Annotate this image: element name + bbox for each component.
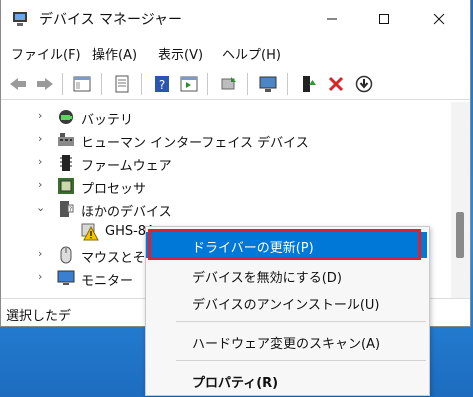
back-arrow-icon[interactable] xyxy=(7,73,29,95)
menu-item-uninstall-device[interactable]: デバイスのアンインストール(U) xyxy=(146,289,427,315)
uninstall-x-icon[interactable] xyxy=(325,73,347,95)
scrollbar-thumb[interactable] xyxy=(456,212,464,258)
tree-node-hid[interactable]: › ヒューマン インターフェイス デバイス xyxy=(1,129,451,151)
properties-sheet-icon[interactable] xyxy=(111,73,133,95)
chevron-right-icon[interactable]: › xyxy=(38,109,48,123)
tree-node-label: プロセッサ xyxy=(81,182,147,197)
menu-item-properties[interactable]: プロパティ(R) xyxy=(146,367,427,393)
processor-icon xyxy=(57,177,75,195)
menu-item-scan-hardware[interactable]: ハードウェア変更のスキャン(A) xyxy=(146,328,427,354)
menu-separator xyxy=(176,360,426,361)
svg-text:?: ? xyxy=(159,78,165,92)
menu-action[interactable]: 操作(A) xyxy=(92,44,137,63)
menu-file[interactable]: ファイル(F) xyxy=(11,44,81,63)
chevron-right-icon[interactable]: › xyxy=(38,270,48,284)
menu-item-label: プロパティ(R) xyxy=(192,376,279,391)
chevron-right-icon[interactable]: › xyxy=(38,155,48,169)
toolbar-separator xyxy=(101,73,102,95)
mouse-icon xyxy=(57,246,75,264)
scan-hardware-icon[interactable] xyxy=(257,73,279,95)
tree-node-other-devices[interactable]: ⌄ ? ほかのデバイス xyxy=(1,198,451,220)
console-tree-icon[interactable] xyxy=(71,73,93,95)
window-title: デバイス マネージャー xyxy=(39,12,183,28)
toolbar-separator xyxy=(141,73,142,95)
battery-icon xyxy=(57,108,75,126)
tree-node-label: モニター xyxy=(81,274,134,289)
enable-device-icon[interactable] xyxy=(297,73,319,95)
firmware-icon xyxy=(57,154,75,172)
tree-node-battery[interactable]: › バッテリ xyxy=(1,106,451,128)
chevron-down-icon[interactable]: ⌄ xyxy=(36,201,46,215)
toolbar-separator xyxy=(62,73,63,95)
warning-device-icon xyxy=(81,223,99,241)
help-icon[interactable]: ? xyxy=(151,73,173,95)
chevron-right-icon[interactable]: › xyxy=(38,132,48,146)
menu-separator xyxy=(176,321,426,322)
hid-icon xyxy=(57,131,75,149)
tree-node-label: ほかのデバイス xyxy=(81,205,172,220)
maximize-button[interactable] xyxy=(361,0,407,38)
tree-node-label: バッテリ xyxy=(81,113,134,128)
toolbar-separator xyxy=(247,73,248,95)
forward-arrow-icon[interactable] xyxy=(34,73,56,95)
title-bar[interactable]: デバイス マネージャー xyxy=(1,0,470,38)
menu-help[interactable]: ヘルプ(H) xyxy=(222,44,281,63)
chevron-right-icon[interactable]: › xyxy=(38,247,48,261)
chevron-right-icon[interactable]: › xyxy=(38,178,48,192)
action-pane-icon[interactable] xyxy=(178,73,200,95)
device-manager-icon xyxy=(11,10,29,28)
menu-view[interactable]: 表示(V) xyxy=(158,44,203,63)
vertical-scrollbar[interactable] xyxy=(451,102,470,298)
disable-download-icon[interactable] xyxy=(353,73,375,95)
tree-node-label: ヒューマン インターフェイス デバイス xyxy=(81,136,309,151)
highlight-annotation-box xyxy=(148,229,421,260)
monitor-icon xyxy=(57,269,75,287)
menu-item-label: デバイスのアンインストール(U) xyxy=(192,298,380,313)
tree-node-label: ファームウェア xyxy=(81,159,172,174)
other-devices-icon: ? xyxy=(57,200,75,218)
svg-text:?: ? xyxy=(69,206,72,213)
minimize-button[interactable] xyxy=(309,0,355,38)
status-text: 選択したデ xyxy=(6,309,72,324)
tree-node-processor[interactable]: › プロセッサ xyxy=(1,175,451,197)
toolbar-separator xyxy=(287,73,288,95)
toolbar: ? xyxy=(1,68,470,100)
tree-node-firmware[interactable]: › ファームウェア xyxy=(1,152,451,174)
update-driver-icon[interactable] xyxy=(217,73,239,95)
menu-item-disable-device[interactable]: デバイスを無効にする(D) xyxy=(146,262,427,288)
toolbar-separator xyxy=(207,73,208,95)
menu-bar: ファイル(F) 操作(A) 表示(V) ヘルプ(H) xyxy=(1,40,470,66)
close-button[interactable] xyxy=(416,0,462,38)
menu-item-label: デバイスを無効にする(D) xyxy=(192,271,342,286)
menu-item-label: ハードウェア変更のスキャン(A) xyxy=(192,337,381,352)
